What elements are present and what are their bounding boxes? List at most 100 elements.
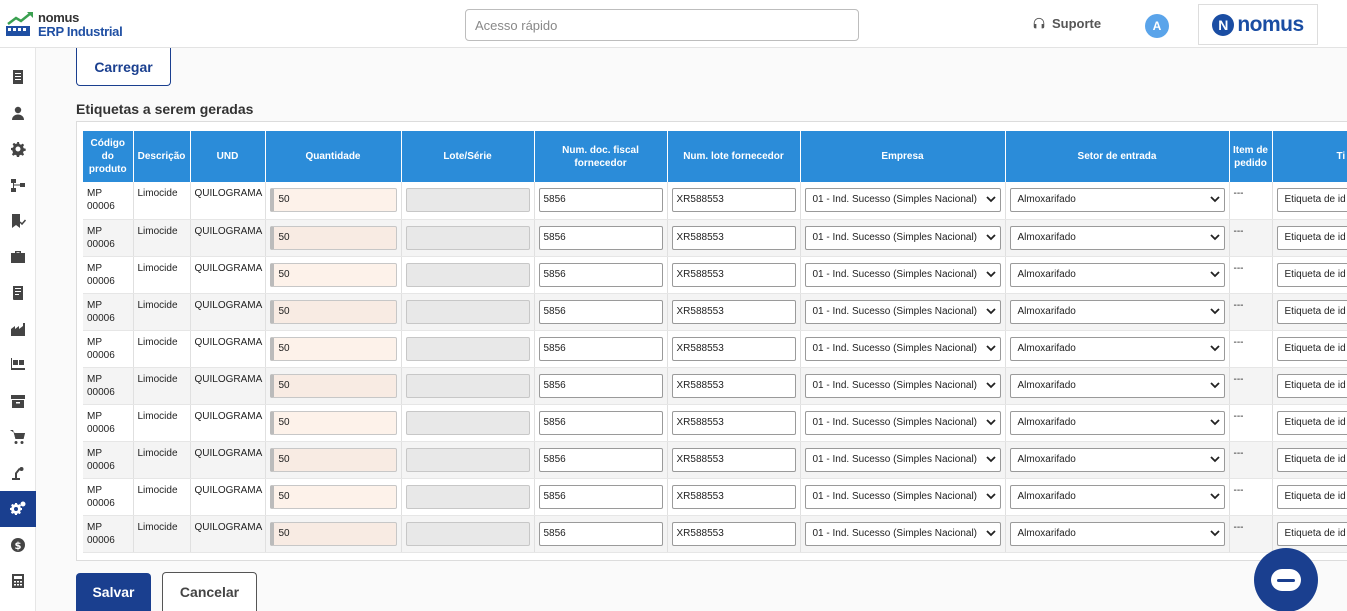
supplier-doc-input[interactable]: 5856 [538, 521, 663, 546]
sidebar-item-documents[interactable] [0, 59, 36, 95]
entry-sector-select[interactable]: Almoxarifado [1009, 299, 1225, 324]
lot-serial-input[interactable] [405, 447, 530, 472]
column-header[interactable]: Lote/Série [401, 131, 535, 182]
sidebar-item-users[interactable] [0, 95, 36, 131]
sidebar-item-inventory[interactable] [0, 383, 36, 419]
quantity-input[interactable]: 50 [269, 484, 397, 509]
sidebar-item-records[interactable] [0, 275, 36, 311]
column-header[interactable]: Num. lote fornecedor [667, 131, 801, 182]
company-select[interactable]: 01 - Ind. Sucesso (Simples Nacional) [804, 262, 1001, 287]
supplier-lot-input[interactable]: XR588553 [671, 484, 796, 509]
company-select[interactable]: 01 - Ind. Sucesso (Simples Nacional) [804, 447, 1001, 472]
lot-serial-input[interactable] [405, 188, 530, 212]
entry-sector-select[interactable]: Almoxarifado [1009, 225, 1225, 250]
entry-sector-select[interactable]: Almoxarifado [1009, 373, 1225, 398]
quantity-input[interactable]: 50 [269, 373, 397, 398]
lot-serial-input[interactable] [405, 299, 530, 324]
company-select[interactable]: 01 - Ind. Sucesso (Simples Nacional) [804, 521, 1001, 546]
lot-serial-input[interactable] [405, 484, 530, 509]
supplier-doc-input[interactable]: 5856 [538, 373, 663, 398]
sidebar-item-tasks[interactable] [0, 203, 36, 239]
sidebar-item-settings[interactable] [0, 131, 36, 167]
column-header[interactable]: Ti [1272, 131, 1347, 182]
supplier-lot-input[interactable]: XR588553 [671, 262, 796, 287]
label-type-select[interactable]: Etiqueta de id [1276, 410, 1347, 435]
quantity-input[interactable]: 50 [269, 447, 397, 472]
sidebar-item-purchases[interactable] [0, 419, 36, 455]
company-select[interactable]: 01 - Ind. Sucesso (Simples Nacional) [804, 373, 1001, 398]
entry-sector-select[interactable]: Almoxarifado [1009, 336, 1225, 361]
sidebar-item-finance[interactable]: $ [0, 527, 36, 563]
lot-serial-input[interactable] [405, 262, 530, 287]
supplier-doc-input[interactable]: 5856 [538, 336, 663, 361]
column-header[interactable]: Item de pedido [1229, 131, 1273, 182]
entry-sector-select[interactable]: Almoxarifado [1009, 447, 1225, 472]
quantity-input[interactable]: 50 [269, 521, 397, 546]
supplier-lot-input[interactable]: XR588553 [671, 336, 796, 361]
entry-sector-select[interactable]: Almoxarifado [1009, 521, 1225, 546]
label-type-select[interactable]: Etiqueta de id [1276, 336, 1347, 361]
supplier-lot-input[interactable]: XR588553 [671, 188, 796, 212]
labels-table-container[interactable]: Código do produto Descrição UND Quantida… [76, 121, 1347, 561]
entry-sector-select[interactable]: Almoxarifado [1009, 262, 1225, 287]
support-link[interactable]: Suporte [1032, 16, 1101, 31]
supplier-doc-input[interactable]: 5856 [538, 299, 663, 324]
sidebar-item-production[interactable] [0, 311, 36, 347]
supplier-doc-input[interactable]: 5856 [538, 188, 663, 212]
supplier-doc-input[interactable]: 5856 [538, 225, 663, 250]
label-type-select[interactable]: Etiqueta de id [1276, 188, 1347, 212]
supplier-doc-input[interactable]: 5856 [538, 484, 663, 509]
entry-sector-select[interactable]: Almoxarifado [1009, 410, 1225, 435]
label-type-select[interactable]: Etiqueta de id [1276, 484, 1347, 509]
label-type-select[interactable]: Etiqueta de id [1276, 447, 1347, 472]
column-header[interactable]: Num. doc. fiscal fornecedor [534, 131, 668, 182]
chat-button[interactable] [1254, 548, 1318, 611]
lot-serial-input[interactable] [405, 521, 530, 546]
load-button[interactable]: Carregar [76, 48, 171, 86]
column-header[interactable]: UND [190, 131, 266, 182]
sidebar-item-business[interactable] [0, 239, 36, 275]
supplier-lot-input[interactable]: XR588553 [671, 410, 796, 435]
label-type-select[interactable]: Etiqueta de id [1276, 373, 1347, 398]
entry-sector-select[interactable]: Almoxarifado [1009, 188, 1225, 212]
sidebar-item-configurations[interactable] [0, 491, 36, 527]
label-type-select[interactable]: Etiqueta de id [1276, 262, 1347, 287]
supplier-lot-input[interactable]: XR588553 [671, 521, 796, 546]
cancel-button[interactable]: Cancelar [162, 572, 257, 611]
sidebar-item-logistics[interactable] [0, 347, 36, 383]
column-header[interactable]: Descrição [133, 131, 191, 182]
supplier-lot-input[interactable]: XR588553 [671, 447, 796, 472]
company-select[interactable]: 01 - Ind. Sucesso (Simples Nacional) [804, 299, 1001, 324]
quantity-input[interactable]: 50 [269, 336, 397, 361]
nomus-erp-logo[interactable]: nomus ERP Industrial [6, 10, 126, 40]
quantity-input[interactable]: 50 [269, 225, 397, 250]
label-type-select[interactable]: Etiqueta de id [1276, 299, 1347, 324]
supplier-lot-input[interactable]: XR588553 [671, 299, 796, 324]
lot-serial-input[interactable] [405, 225, 530, 250]
column-header[interactable]: Setor de entrada [1005, 131, 1230, 182]
company-select[interactable]: 01 - Ind. Sucesso (Simples Nacional) [804, 410, 1001, 435]
column-header[interactable]: Quantidade [265, 131, 402, 182]
quantity-input[interactable]: 50 [269, 299, 397, 324]
quantity-input[interactable]: 50 [269, 188, 397, 212]
lot-serial-input[interactable] [405, 373, 530, 398]
lot-serial-input[interactable] [405, 410, 530, 435]
supplier-doc-input[interactable]: 5856 [538, 262, 663, 287]
user-avatar[interactable]: A [1145, 14, 1169, 38]
company-select[interactable]: 01 - Ind. Sucesso (Simples Nacional) [804, 484, 1001, 509]
column-header[interactable]: Empresa [800, 131, 1006, 182]
lot-serial-input[interactable] [405, 336, 530, 361]
entry-sector-select[interactable]: Almoxarifado [1009, 484, 1225, 509]
quantity-input[interactable]: 50 [269, 410, 397, 435]
sidebar-item-workflow[interactable] [0, 167, 36, 203]
company-select[interactable]: 01 - Ind. Sucesso (Simples Nacional) [804, 336, 1001, 361]
label-type-select[interactable]: Etiqueta de id [1276, 521, 1347, 546]
sidebar-item-engineering[interactable] [0, 455, 36, 491]
company-select[interactable]: 01 - Ind. Sucesso (Simples Nacional) [804, 188, 1001, 212]
save-button[interactable]: Salvar [76, 573, 151, 611]
supplier-lot-input[interactable]: XR588553 [671, 373, 796, 398]
quick-access-search-input[interactable] [465, 9, 859, 41]
company-select[interactable]: 01 - Ind. Sucesso (Simples Nacional) [804, 225, 1001, 250]
sidebar-item-accounting[interactable] [0, 563, 36, 599]
supplier-doc-input[interactable]: 5856 [538, 410, 663, 435]
